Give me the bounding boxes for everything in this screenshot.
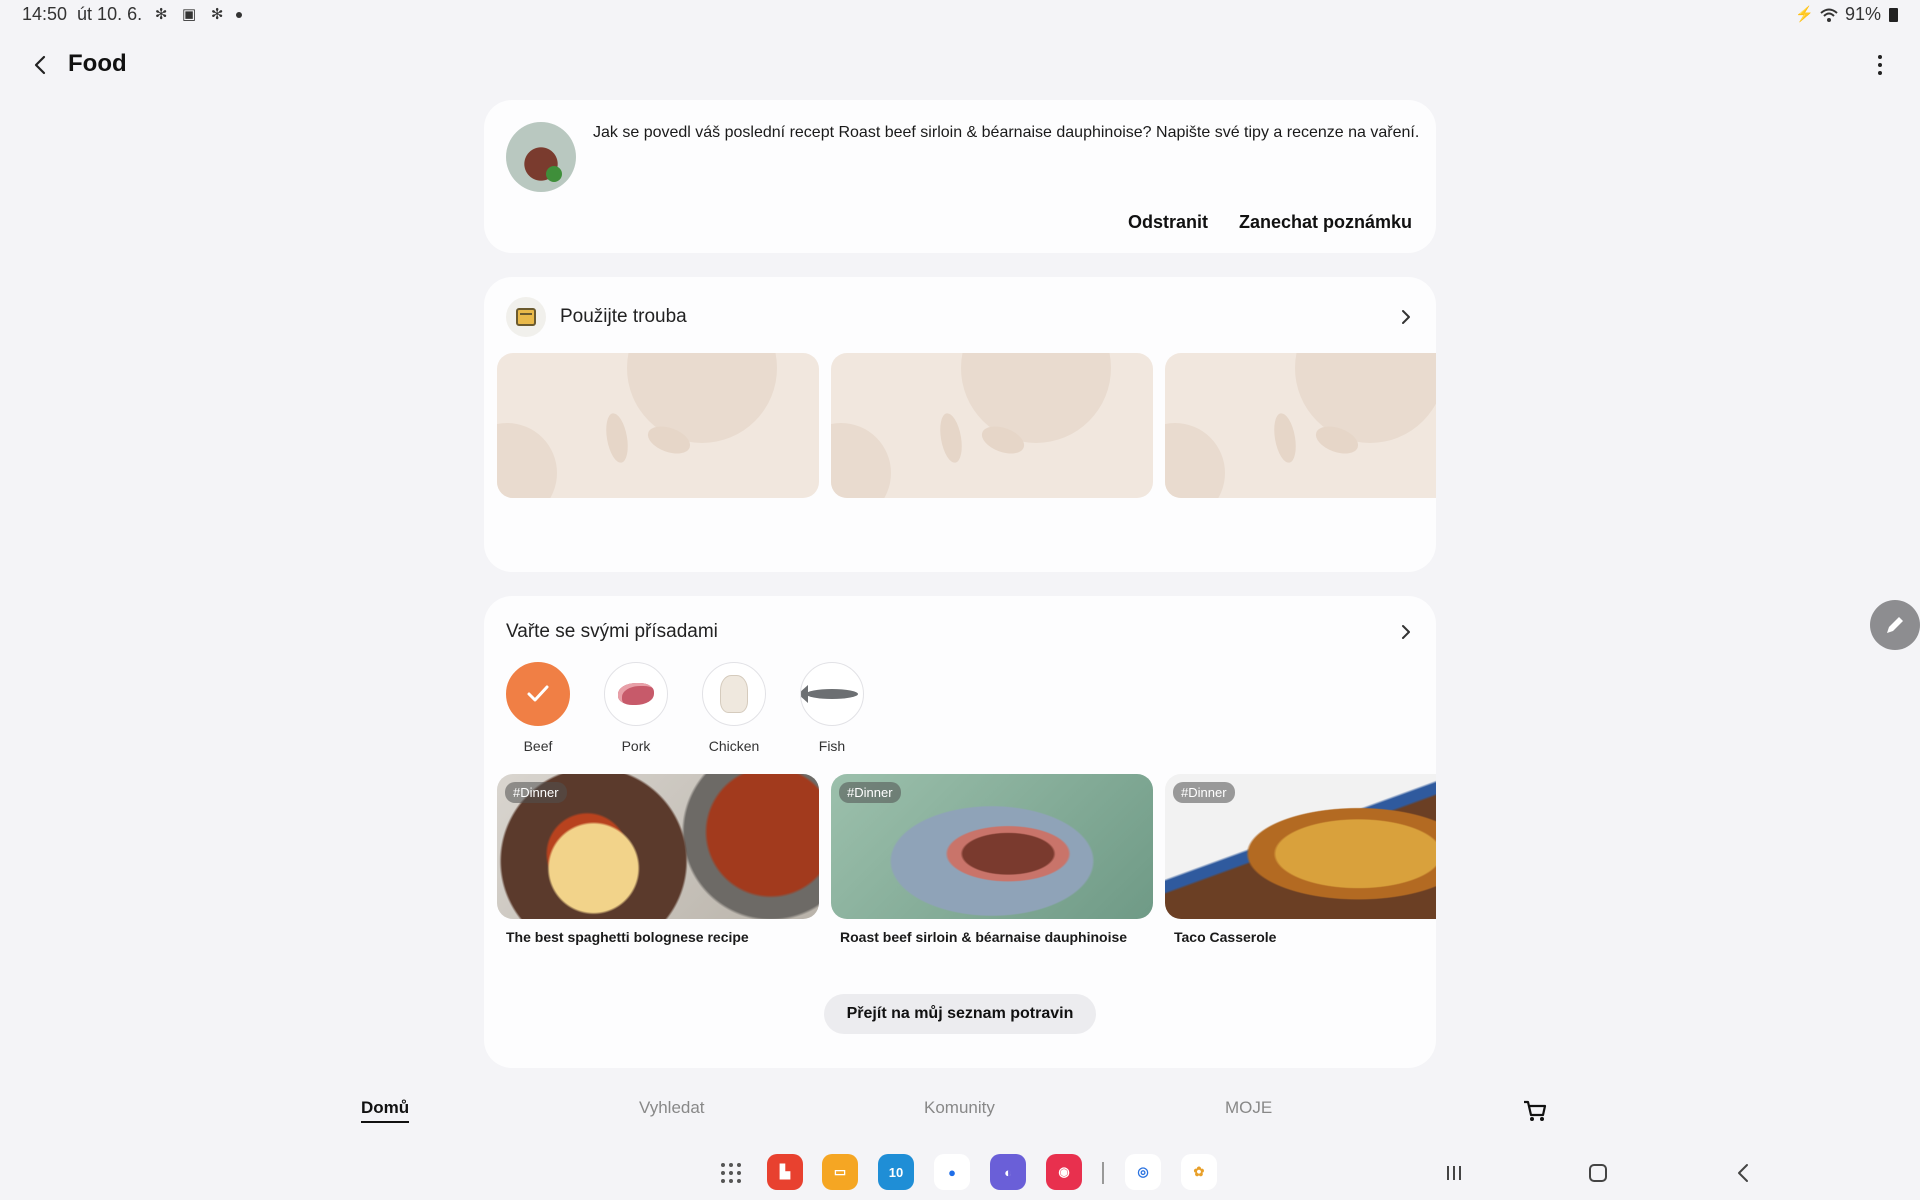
review-prompt-card: Jak se povedl váš poslední recept Roast … <box>484 100 1436 253</box>
oven-section-header[interactable]: Použijte trouba <box>506 297 1416 337</box>
tab-home[interactable]: Domů <box>361 1098 409 1123</box>
ingredient-label: Beef <box>523 738 553 754</box>
ingredient-label: Chicken <box>708 738 760 754</box>
oven-recipe-placeholders <box>497 353 1436 498</box>
tab-search[interactable]: Vyhledat <box>639 1098 705 1118</box>
recent-apps-button[interactable] <box>1440 1160 1468 1186</box>
ingredient-filter-row: Beef Pork Chicken Fish <box>506 662 864 754</box>
wifi-icon <box>1820 8 1838 22</box>
recipe-card[interactable]: #Dinner Taco Casserole <box>1165 774 1436 945</box>
home-button[interactable] <box>1584 1160 1612 1186</box>
more-dot <box>1878 55 1882 59</box>
pinwheel-icon: ✻ <box>154 5 168 23</box>
more-dot <box>1878 71 1882 75</box>
ingredient-label: Pork <box>621 738 651 754</box>
recipe-placeholder[interactable] <box>831 353 1153 498</box>
ingredient-pork-circle <box>604 662 668 726</box>
fish-icon <box>801 685 858 703</box>
oven-section-card: Použijte trouba <box>484 277 1436 572</box>
more-dot <box>1878 63 1882 67</box>
ingredient-fish[interactable]: Fish <box>800 662 864 754</box>
recipe-placeholder[interactable] <box>497 353 819 498</box>
recipe-image: #Dinner <box>497 774 819 919</box>
status-date: út 10. 6. <box>77 4 143 24</box>
pinwheel-icon: ✻ <box>210 5 224 23</box>
app-bar: Food <box>0 40 1920 88</box>
ingredients-section-card: Vařte se svými přísadami Beef Pork Chick… <box>484 596 1436 1068</box>
recipe-image: #Dinner <box>831 774 1153 919</box>
delete-button[interactable]: Odstranit <box>1128 212 1208 233</box>
recipe-tag: #Dinner <box>839 782 901 803</box>
bottom-nav: Domů Vyhledat Komunity MOJE <box>0 1092 1920 1132</box>
status-time: 14:50 <box>22 4 68 24</box>
tab-mine[interactable]: MOJE <box>1225 1098 1272 1118</box>
app-drawer-icon[interactable] <box>719 1161 743 1185</box>
chevron-right-icon <box>1402 625 1410 639</box>
cart-button[interactable] <box>1522 1098 1548 1124</box>
review-actions: Odstranit Zanechat poznámku <box>1128 212 1412 233</box>
review-prompt-text: Jak se povedl váš poslední recept Roast … <box>593 124 1420 141</box>
recipe-title: Roast beef sirloin & béarnaise dauphinoi… <box>840 929 1128 945</box>
pencil-icon <box>1887 617 1903 633</box>
files-app-icon[interactable]: ▭ <box>822 1154 858 1190</box>
recipe-title: The best spaghetti bolognese recipe <box>506 929 749 945</box>
pork-icon <box>618 683 654 705</box>
system-back-button[interactable] <box>1730 1160 1758 1186</box>
ingredients-section-title: Vařte se svými přísadami <box>506 621 718 642</box>
flipboard-app-icon[interactable]: ▙ <box>767 1154 803 1190</box>
recipe-card[interactable]: #Dinner The best spaghetti bolognese rec… <box>497 774 819 945</box>
recipe-image: #Dinner <box>1165 774 1436 919</box>
ingredient-fish-circle <box>800 662 864 726</box>
leave-note-button[interactable]: Zanechat poznámku <box>1239 212 1412 233</box>
camera-app-icon[interactable]: ◉ <box>1046 1154 1082 1190</box>
messages-app-icon[interactable]: ● <box>934 1154 970 1190</box>
ingredient-pork[interactable]: Pork <box>604 662 668 754</box>
recent-apps-icon <box>1447 1166 1461 1180</box>
mute-icon: ⚡ <box>1794 5 1814 23</box>
battery-percent: 91% <box>1844 4 1881 24</box>
chicken-icon <box>720 675 748 713</box>
internet-app-icon[interactable]: ◐ <box>990 1154 1026 1190</box>
tab-communities[interactable]: Komunity <box>924 1098 995 1118</box>
ingredient-beef-circle <box>506 662 570 726</box>
recipe-placeholder[interactable] <box>1165 353 1436 498</box>
status-right: ⚡ 91% <box>1795 4 1898 25</box>
back-button[interactable] <box>26 50 56 80</box>
recipe-thumbnail <box>506 122 576 192</box>
photos-app-icon[interactable]: ✿ <box>1181 1154 1217 1190</box>
cart-icon <box>1524 1100 1547 1121</box>
check-icon <box>527 685 549 702</box>
oven-icon <box>506 297 546 337</box>
oven-section-title: Použijte trouba <box>560 306 687 327</box>
ingredient-chicken[interactable]: Chicken <box>702 662 766 754</box>
system-back-icon <box>1738 1164 1748 1182</box>
chevron-right-icon <box>1402 310 1410 324</box>
dot-icon <box>236 11 243 18</box>
ingredients-section-header[interactable]: Vařte se svými přísadami <box>506 612 1416 652</box>
recipe-card[interactable]: #Dinner Roast beef sirloin & béarnaise d… <box>831 774 1153 945</box>
gallery-icon: ▣ <box>182 5 197 23</box>
page-title: Food <box>68 50 127 77</box>
home-icon <box>1589 1164 1607 1182</box>
system-dock: ▙ ▭ 10 ● ◐ ◉ ◎ ✿ <box>0 1154 1920 1194</box>
back-arrow-icon <box>34 55 46 75</box>
dock-separator <box>1102 1162 1104 1184</box>
ingredient-chicken-circle <box>702 662 766 726</box>
recipe-title: Taco Casserole <box>1174 929 1277 945</box>
ingredient-beef[interactable]: Beef <box>506 662 570 754</box>
status-left: 14:50 út 10. 6. ✻ ▣ ✻ <box>22 4 243 25</box>
ingredient-label: Fish <box>818 738 846 754</box>
calendar-app-icon[interactable]: 10 <box>878 1154 914 1190</box>
recipe-tag: #Dinner <box>505 782 567 803</box>
recipe-tag: #Dinner <box>1173 782 1235 803</box>
grocery-list-button[interactable]: Přejít na můj seznam potravin <box>824 994 1096 1034</box>
chrome-app-icon[interactable]: ◎ <box>1125 1154 1161 1190</box>
more-options-button[interactable] <box>1868 50 1892 80</box>
recipe-carousel: #Dinner The best spaghetti bolognese rec… <box>497 774 1436 945</box>
edit-button[interactable] <box>1870 600 1920 650</box>
battery-icon <box>1889 7 1898 22</box>
status-bar: 14:50 út 10. 6. ✻ ▣ ✻ ⚡ 91% <box>0 0 1920 28</box>
